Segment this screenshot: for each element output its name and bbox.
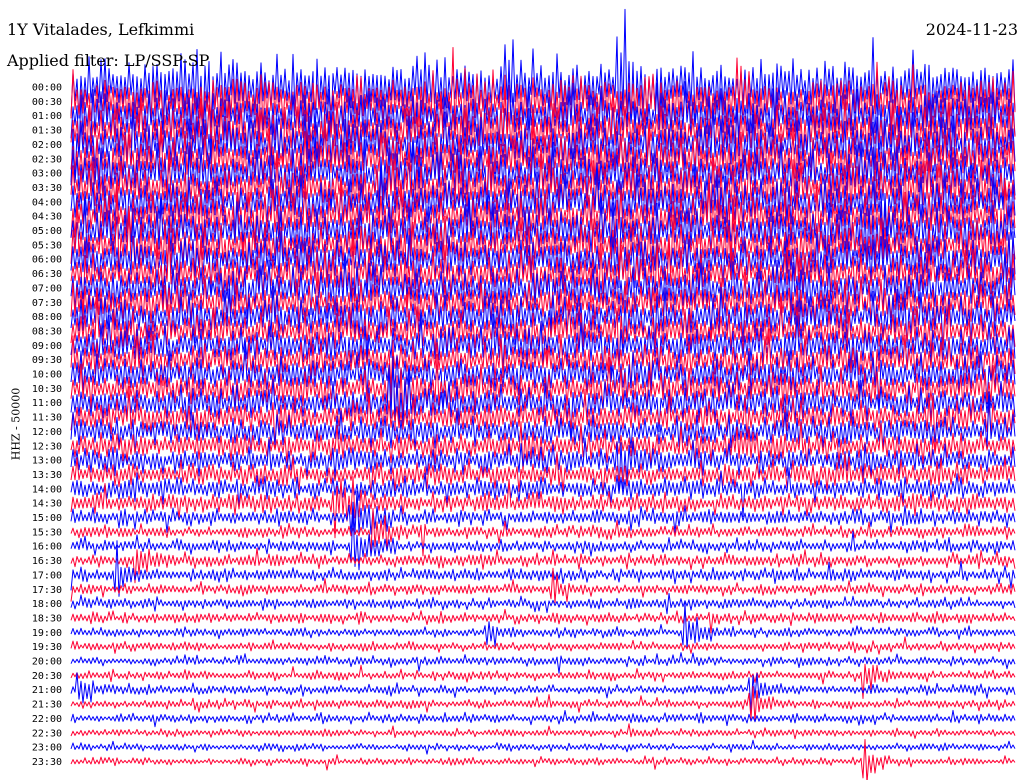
time-tick-label: 08:30 [32,326,62,337]
time-tick-label: 18:00 [32,599,62,610]
time-tick-label: 03:00 [32,169,62,180]
time-tick-label: 21:30 [32,700,62,711]
time-tick-label: 19:30 [32,642,62,653]
time-tick-label: 22:00 [32,714,62,725]
time-tick-label: 23:00 [32,743,62,754]
time-tick-label: 20:30 [32,671,62,682]
time-tick-label: 15:00 [32,513,62,524]
time-tick-label: 11:30 [32,413,62,424]
time-tick-label: 01:00 [32,111,62,122]
time-tick-label: 20:00 [32,657,62,668]
trace-row [70,593,1016,615]
time-tick-label: 09:00 [32,341,62,352]
time-tick-label: 05:00 [32,226,62,237]
time-tick-label: 10:00 [32,370,62,381]
time-tick-label: 07:30 [32,298,62,309]
time-tick-label: 02:00 [32,140,62,151]
time-tick-label: 22:30 [32,728,62,739]
time-tick-label: 04:30 [32,212,62,223]
time-tick-label: 17:30 [32,585,62,596]
seismic-traces [70,8,1016,780]
time-tick-label: 09:30 [32,355,62,366]
time-tick-label: 14:00 [32,484,62,495]
time-tick-label: 13:30 [32,470,62,481]
time-tick-label: 14:30 [32,499,62,510]
trace-row [70,709,1016,728]
trace-row [70,723,1016,740]
time-tick-label: 15:30 [32,527,62,538]
time-tick-label: 07:00 [32,283,62,294]
time-tick-label: 04:00 [32,197,62,208]
trace-row [70,739,1016,755]
time-tick-label: 08:00 [32,312,62,323]
time-tick-label: 12:00 [32,427,62,438]
time-tick-label: 21:00 [32,685,62,696]
time-tick-label: 10:30 [32,384,62,395]
time-tick-label: 16:00 [32,542,62,553]
trace-row [70,636,1016,655]
time-tick-label: 17:00 [32,570,62,581]
time-tick-label: 05:30 [32,240,62,251]
time-tick-label: 06:30 [32,269,62,280]
time-tick-label: 23:30 [32,757,62,768]
time-tick-label: 00:30 [32,97,62,108]
time-tick-label: 18:30 [32,613,62,624]
trace-row [70,663,1016,699]
hour-tick-labels: 00:00 00:30 01:00 01:30 02:00 02:30 03:00 03:30… [32,83,62,768]
trace-row [70,547,1016,584]
time-tick-label: 11:00 [32,398,62,409]
time-tick-label: 03:30 [32,183,62,194]
time-tick-label: 01:30 [32,126,62,137]
time-tick-label: 13:00 [32,456,62,467]
channel-label: HHZ - 50000 [9,387,23,461]
time-tick-label: 02:30 [32,154,62,165]
helicorder-plot: 00:00 00:30 01:00 01:30 02:00 02:30 03:00 03:30… [32,8,1016,780]
time-tick-label: 16:30 [32,556,62,567]
time-tick-label: 06:00 [32,255,62,266]
filter-label: Applied filter: LP/SSP-SP [7,51,210,70]
time-tick-label: 19:00 [32,628,62,639]
time-tick-label: 12:30 [32,441,62,452]
time-tick-label: 00:00 [32,83,62,94]
